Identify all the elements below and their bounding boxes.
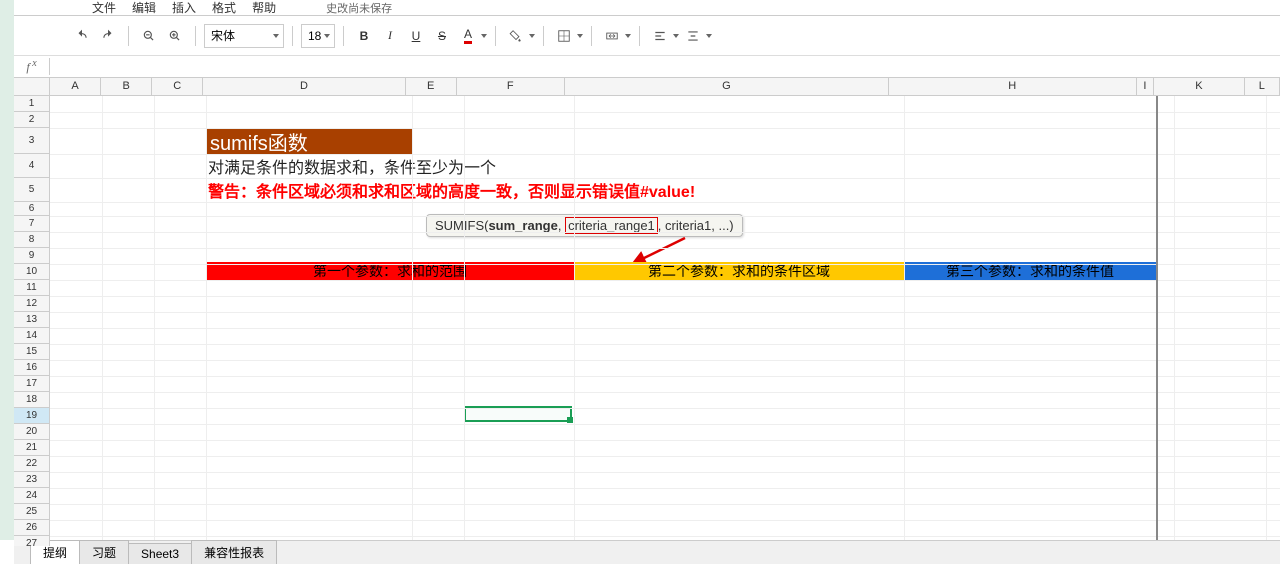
font-color-button[interactable]: A [456,24,480,48]
cell-warning[interactable]: 警告：条件区域必须和求和区域的高度一致，否则显示错误值#value! [206,178,926,202]
row-head-20[interactable]: 20 [14,424,50,440]
select-all-corner[interactable] [14,78,50,96]
formula-input[interactable] [50,57,1280,77]
grid-body[interactable]: sumifs函数 对满足条件的数据求和，条件至少为一个 警告：条件区域必须和求和… [50,96,1280,546]
cell-description[interactable]: 对满足条件的数据求和，条件至少为一个 [206,154,806,178]
fx-label: f x [14,58,50,75]
col-head-K[interactable]: K [1154,78,1244,96]
row-head-13[interactable]: 13 [14,312,50,328]
row-head-3[interactable]: 3 [14,128,50,154]
spreadsheet-grid[interactable]: ABCDEFGHIKL 1234567891011121314151617181… [14,78,1280,546]
column-headers: ABCDEFGHIKL [50,78,1280,96]
row-headers: 1234567891011121314151617181920212223242… [14,96,50,546]
zoom-out-button[interactable] [137,24,161,48]
row-head-19[interactable]: 19 [14,408,50,424]
menu-format[interactable]: 格式 [204,0,244,18]
function-tooltip: SUMIFS(sum_range, criteria_range1, crite… [426,214,743,237]
undo-button[interactable] [70,24,94,48]
split-bar[interactable] [1156,78,1158,546]
row-head-27[interactable]: 27 [14,536,50,546]
font-size-value: 18 [308,29,321,43]
italic-button[interactable]: I [378,24,402,48]
row-head-14[interactable]: 14 [14,328,50,344]
font-family-select[interactable]: 宋体 [204,24,284,48]
row-head-4[interactable]: 4 [14,154,50,178]
row-head-18[interactable]: 18 [14,392,50,408]
merge-button[interactable] [600,24,624,48]
formula-bar: f x [14,56,1280,78]
row-head-24[interactable]: 24 [14,488,50,504]
col-head-E[interactable]: E [406,78,457,96]
row-head-9[interactable]: 9 [14,248,50,264]
align-horiz-button[interactable] [648,24,672,48]
strikethrough-button[interactable]: S [430,24,454,48]
underline-button[interactable]: U [404,24,428,48]
row-head-25[interactable]: 25 [14,504,50,520]
menu-insert[interactable]: 插入 [164,0,204,18]
row-head-17[interactable]: 17 [14,376,50,392]
col-head-H[interactable]: H [889,78,1137,96]
col-head-A[interactable]: A [50,78,101,96]
row-head-23[interactable]: 23 [14,472,50,488]
row-head-7[interactable]: 7 [14,216,50,232]
menubar: 文件 编辑 插入 格式 帮助 史改尚未保存 [14,0,1280,16]
col-head-I[interactable]: I [1137,78,1155,96]
col-head-C[interactable]: C [152,78,203,96]
row-head-22[interactable]: 22 [14,456,50,472]
sheet-tab-1[interactable]: 习题 [79,540,129,564]
col-head-G[interactable]: G [565,78,889,96]
row-head-8[interactable]: 8 [14,232,50,248]
row-head-12[interactable]: 12 [14,296,50,312]
menu-edit[interactable]: 编辑 [124,0,164,18]
row-head-15[interactable]: 15 [14,344,50,360]
row-head-10[interactable]: 10 [14,264,50,280]
zoom-in-button[interactable] [163,24,187,48]
redo-button[interactable] [96,24,120,48]
col-head-F[interactable]: F [457,78,565,96]
toolbar: 宋体 18 B I U S A [14,16,1280,56]
save-status: 史改尚未保存 [314,0,404,18]
left-strip [0,0,14,540]
borders-button[interactable] [552,24,576,48]
sheet-tab-3[interactable]: 兼容性报表 [191,540,277,564]
menu-help[interactable]: 帮助 [244,0,284,18]
font-size-select[interactable]: 18 [301,24,335,48]
row-head-26[interactable]: 26 [14,520,50,536]
col-head-L[interactable]: L [1245,78,1280,96]
row-head-2[interactable]: 2 [14,112,50,128]
row-head-5[interactable]: 5 [14,178,50,202]
row-head-6[interactable]: 6 [14,202,50,216]
col-head-D[interactable]: D [203,78,405,96]
row-head-21[interactable]: 21 [14,440,50,456]
menu-file[interactable]: 文件 [84,0,124,18]
sheet-tabs: 提纲习题Sheet3兼容性报表 [14,540,1280,564]
selection-handle[interactable] [567,417,573,423]
cell-title[interactable]: sumifs函数 [206,128,412,154]
row-head-1[interactable]: 1 [14,96,50,112]
row-head-11[interactable]: 11 [14,280,50,296]
col-head-B[interactable]: B [101,78,152,96]
sheet-tab-2[interactable]: Sheet3 [128,543,192,564]
align-vert-button[interactable] [681,24,705,48]
bold-button[interactable]: B [352,24,376,48]
fill-color-button[interactable] [504,24,528,48]
row-head-16[interactable]: 16 [14,360,50,376]
font-family-value: 宋体 [211,27,235,44]
